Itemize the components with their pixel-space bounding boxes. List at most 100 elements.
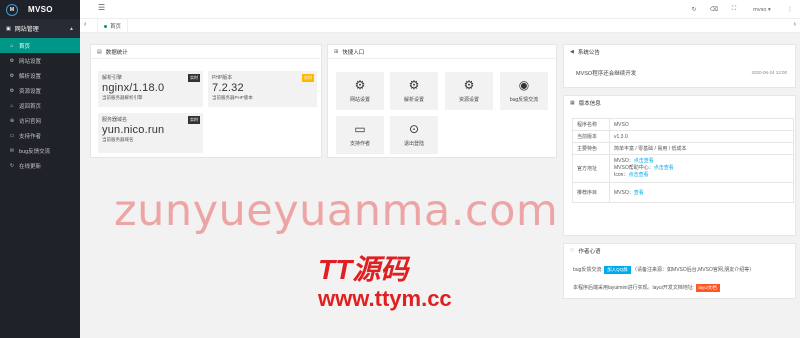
sidebar-item-label: 网站设置 <box>19 58 42 65</box>
stat-label: 解析引擎 <box>102 75 123 81</box>
stats-panel: ▤ 数据统计 解析引擎 nginx/1.18.0 当前服务器解析引擎 实时 PH… <box>90 44 322 158</box>
link-icon: ⊕ <box>9 117 15 124</box>
shortcut-parse-settings[interactable]: ⚙ 解析设置 <box>390 72 438 110</box>
tt-source-url: www.ttym.cc <box>318 286 452 311</box>
sidebar-group-site-management[interactable]: ▣ 网站管理 ▲ <box>0 19 80 38</box>
stat-card-php: PHP版本 7.2.32 当前服务器PHP版本 实时 <box>208 71 317 107</box>
shortcuts-panel-header: ⊞ 快捷入口 <box>328 45 556 59</box>
tabs-scroll-left-icon[interactable]: ‹ <box>84 21 86 28</box>
refresh-icon[interactable]: ↻ <box>684 6 704 13</box>
link-prefix: Icon： <box>614 172 629 178</box>
shortcut-resource-settings[interactable]: ⚙ 资源设置 <box>445 72 493 110</box>
app-logo[interactable]: M MVSO <box>0 0 80 19</box>
table-row: 当前版本 v1.3.0 <box>572 130 794 143</box>
gears-icon: ⚙ <box>354 78 366 92</box>
sidebar-item[interactable]: ↻ 在线更新 <box>0 158 80 173</box>
link-icon: ⊞ <box>334 48 339 55</box>
notice-text[interactable]: MVSO程序还会继续开发 <box>576 69 636 77</box>
author-line-feedback: bug反馈交流: 加入QQ群 （请备注来源：如MVSO后台,MVSO官网,朋友介… <box>573 266 754 274</box>
gear-icon: ⚙ <box>9 72 15 79</box>
sidebar-item[interactable]: ⊕ 访问官网 <box>0 113 80 128</box>
version-value: MVSO：查看 <box>609 182 794 203</box>
layui-docs-button[interactable]: layui文档 <box>695 284 720 292</box>
shortcut-support-author[interactable]: ▭ 支持作者 <box>336 116 384 154</box>
gears-icon: ⚙ <box>408 78 420 92</box>
author-panel-header: ♡ 作者心语 <box>564 244 795 258</box>
table-row: 官方地址 MVSO：点击查看 MVSO帮助中心：点击查看 Icon：点击查看 <box>572 154 794 183</box>
stat-card-engine: 解析引擎 nginx/1.18.0 当前服务器解析引擎 实时 <box>98 71 203 107</box>
shortcut-label: 资源设置 <box>458 97 479 103</box>
card-icon: ▭ <box>354 122 366 136</box>
mvso-help-link[interactable]: 点击查看 <box>654 165 674 171</box>
mvso-official-link[interactable]: 点击查看 <box>634 158 654 164</box>
stat-sub: 当前服务器解析引擎 <box>102 95 143 100</box>
version-value: 简单丰富 / 零基础 / 易用 / 低成本 <box>609 142 794 155</box>
tab-home[interactable]: 首页 <box>97 19 129 33</box>
gear-icon: ⚙ <box>9 87 15 94</box>
chat-icon: ✉ <box>9 147 15 154</box>
stats-panel-header: ▤ 数据统计 <box>91 45 321 59</box>
version-key: 官方地址 <box>572 154 610 183</box>
sidebar-item[interactable]: ⚙ 资源设置 <box>0 83 80 98</box>
sidebar-item[interactable]: ✉ bug反馈交流 <box>0 143 80 158</box>
stat-sub: 当前服务器PHP版本 <box>212 95 253 100</box>
author-line1-prefix: bug反馈交流: <box>573 267 603 273</box>
shortcut-bug-feedback[interactable]: ◉ bug反馈交流 <box>500 72 548 110</box>
link-prefix: MVSO： <box>614 190 634 196</box>
chart-icon: ▤ <box>97 48 102 55</box>
version-key: 程序名称 <box>572 118 610 131</box>
sidebar-item[interactable]: ⚙ 网站设置 <box>0 53 80 68</box>
stat-badge: 实时 <box>188 116 200 124</box>
qq-penguin-icon: ◉ <box>518 78 530 92</box>
version-value: v1.3.0 <box>609 130 794 143</box>
author-line2: 本程序后端采用layuimini进行实现。layui开发文档地址: <box>573 285 695 291</box>
stat-sub: 当前服务器域名 <box>102 137 134 142</box>
tabs-bar: ‹ 首页 › <box>80 19 800 33</box>
top-header: ☰ ↻ ⌫ ⛶ mvso ▾ ⋮ <box>80 0 800 19</box>
author-panel-title: 作者心语 <box>578 249 601 255</box>
tabs-scroll-right-icon[interactable]: › <box>794 21 796 28</box>
table-row: 推荐序目 MVSO：查看 <box>572 182 794 203</box>
refresh-icon: ↻ <box>9 162 15 169</box>
home-icon: ⌂ <box>10 102 14 109</box>
version-table: 程序名称 MVSO 当前版本 v1.3.0 主要特色 简单丰富 / 零基础 / … <box>572 118 794 203</box>
clear-cache-icon[interactable]: ⌫ <box>704 6 724 13</box>
shortcut-site-settings[interactable]: ⚙ 网站设置 <box>336 72 384 110</box>
site-icon: ▣ <box>6 25 11 32</box>
author-panel: ♡ 作者心语 bug反馈交流: 加入QQ群 （请备注来源：如MVSO后台,MVS… <box>563 243 796 299</box>
join-qq-group-button[interactable]: 加入QQ群 <box>604 266 631 274</box>
shortcuts-panel-title: 快捷入口 <box>342 49 365 56</box>
table-row: 主要特色 简单丰富 / 零基础 / 易用 / 低成本 <box>572 142 794 155</box>
sidebar-item-label: 支持作者 <box>19 133 42 140</box>
stats-panel-title: 数据统计 <box>105 49 128 56</box>
menu-toggle-icon[interactable]: ☰ <box>98 3 105 12</box>
notice-panel-title: 系统公告 <box>577 50 600 56</box>
megaphone-icon: ◀ <box>570 49 574 55</box>
official-link-line: MVSO：点击查看 <box>614 158 789 165</box>
stat-value: nginx/1.18.0 <box>102 82 165 94</box>
sidebar-item-label: 访问官网 <box>19 118 42 125</box>
more-icon[interactable]: ⋮ <box>780 6 800 13</box>
sidebar-item[interactable]: ⌂ 首页 <box>0 38 80 53</box>
sidebar-group-label: 网站管理 <box>14 27 39 33</box>
app-title: MVSO <box>28 5 53 14</box>
shortcut-logout[interactable]: ⊙ 退出登陆 <box>390 116 438 154</box>
chevron-up-icon: ▲ <box>69 25 74 32</box>
sidebar-item[interactable]: ⚙ 解析设置 <box>0 68 80 83</box>
notice-panel: ◀ 系统公告 MVSO程序还会继续开发 2020-06-24 12:00 <box>563 44 796 88</box>
version-key: 当前版本 <box>572 130 610 143</box>
icon-link[interactable]: 点击查看 <box>628 172 648 178</box>
stat-card-domain: 服务器域名 yun.nico.run 当前服务器域名 实时 <box>98 113 203 153</box>
version-panel-header: ▦ 版本信息 <box>564 96 795 110</box>
header-actions: ↻ ⌫ ⛶ mvso ▾ ⋮ <box>684 0 800 19</box>
fullscreen-icon[interactable]: ⛶ <box>724 6 744 13</box>
recommend-link[interactable]: 查看 <box>634 190 644 196</box>
sidebar-item-label: 返回首页 <box>19 103 42 110</box>
stat-value: yun.nico.run <box>102 124 165 136</box>
author-line-layui: 本程序后端采用layuimini进行实现。layui开发文档地址: layui文… <box>573 284 720 292</box>
link-prefix: MVSO： <box>614 158 634 164</box>
tab-active-dot <box>104 24 107 28</box>
sidebar-item[interactable]: ⌂ 返回首页 <box>0 98 80 113</box>
user-menu[interactable]: mvso ▾ <box>744 7 780 13</box>
sidebar-item[interactable]: ▭ 支持作者 <box>0 128 80 143</box>
